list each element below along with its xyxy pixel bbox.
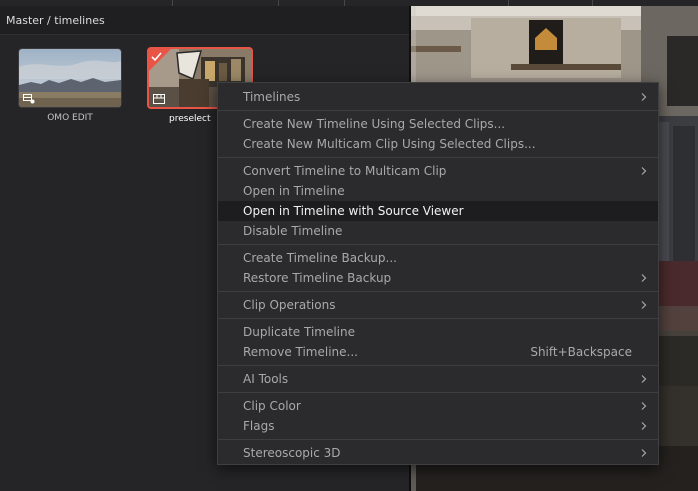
menu-item-duplicate-timeline[interactable]: Duplicate Timeline (218, 322, 658, 342)
clip-thumbnail[interactable] (18, 48, 122, 108)
menu-item-label: Open in Timeline (243, 184, 345, 198)
chevron-right-icon (641, 301, 647, 309)
menu-separator (218, 291, 658, 292)
context-menu: Timelines Create New Timeline Using Sele… (217, 82, 659, 465)
menu-item-label: Disable Timeline (243, 224, 343, 238)
menu-item-timelines[interactable]: Timelines (218, 87, 658, 107)
menu-separator (218, 392, 658, 393)
multicam-timeline-icon (23, 94, 35, 104)
menu-item-restore-timeline-backup[interactable]: Restore Timeline Backup (218, 268, 658, 288)
bin-breadcrumb[interactable]: Master / timelines (6, 14, 105, 27)
menu-item-disable-timeline[interactable]: Disable Timeline (218, 221, 658, 241)
menu-item-label: Restore Timeline Backup (243, 271, 392, 285)
menu-item-clip-color[interactable]: Clip Color (218, 396, 658, 416)
menu-item-open-in-timeline[interactable]: Open in Timeline (218, 181, 658, 201)
chevron-right-icon (641, 422, 647, 430)
menu-item-create-timeline-backup[interactable]: Create Timeline Backup... (218, 248, 658, 268)
menu-item-shortcut: Shift+Backspace (530, 345, 632, 359)
menu-item-label: Create New Timeline Using Selected Clips… (243, 117, 506, 131)
menu-item-convert-to-multicam[interactable]: Convert Timeline to Multicam Clip (218, 161, 658, 181)
menu-item-clip-operations[interactable]: Clip Operations (218, 295, 658, 315)
menu-separator (218, 157, 658, 158)
chevron-right-icon (641, 93, 647, 101)
menu-item-label: Clip Color (243, 399, 301, 413)
menu-item-label: Clip Operations (243, 298, 336, 312)
chevron-right-icon (641, 274, 647, 282)
menu-item-label: Timelines (243, 90, 301, 104)
menu-item-label: Remove Timeline... (243, 345, 358, 359)
menu-item-label: Create Timeline Backup... (243, 251, 397, 265)
menu-separator (218, 439, 658, 440)
menu-item-remove-timeline[interactable]: Remove Timeline... Shift+Backspace (218, 342, 658, 362)
menu-item-label: Flags (243, 419, 275, 433)
chevron-right-icon (641, 375, 647, 383)
media-pool-header: Master / timelines (0, 6, 409, 35)
chevron-right-icon (641, 167, 647, 175)
menu-separator (218, 110, 658, 111)
menu-item-label: Open in Timeline with Source Viewer (243, 204, 464, 218)
menu-separator (218, 244, 658, 245)
chevron-right-icon (641, 449, 647, 457)
menu-item-stereoscopic-3d[interactable]: Stereoscopic 3D (218, 443, 658, 463)
timeline-clip-omo-edit[interactable]: OMO EDIT (18, 48, 122, 123)
menu-separator (218, 318, 658, 319)
menu-separator (218, 365, 658, 366)
menu-item-open-with-source-viewer[interactable]: Open in Timeline with Source Viewer (218, 201, 658, 221)
menu-item-label: Create New Multicam Clip Using Selected … (243, 137, 536, 151)
menu-item-label: AI Tools (243, 372, 289, 386)
timeline-icon (153, 94, 165, 104)
menu-item-flags[interactable]: Flags (218, 416, 658, 436)
menu-item-create-multicam-clip[interactable]: Create New Multicam Clip Using Selected … (218, 134, 658, 154)
menu-item-create-new-timeline[interactable]: Create New Timeline Using Selected Clips… (218, 114, 658, 134)
menu-item-label: Convert Timeline to Multicam Clip (243, 164, 447, 178)
clip-name: OMO EDIT (47, 113, 93, 123)
selected-corner-check-icon (149, 49, 171, 71)
menu-item-label: Duplicate Timeline (243, 325, 356, 339)
menu-item-label: Stereoscopic 3D (243, 446, 341, 460)
menu-item-ai-tools[interactable]: AI Tools (218, 369, 658, 389)
chevron-right-icon (641, 402, 647, 410)
